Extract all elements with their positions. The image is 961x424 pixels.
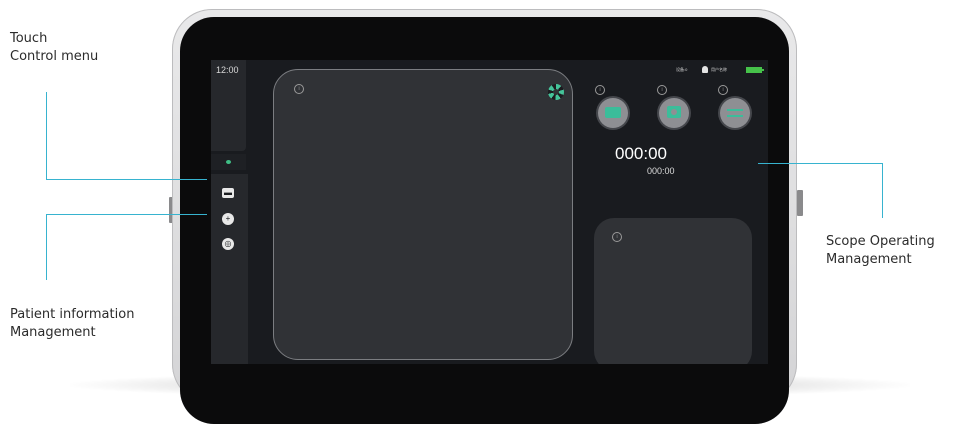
picture-in-picture-view[interactable]: i <box>594 218 752 364</box>
info-icon[interactable]: i <box>718 85 728 95</box>
folder-icon[interactable]: ▬ <box>222 188 234 198</box>
patient-info-leader-line <box>46 214 47 280</box>
add-user-icon[interactable]: + <box>222 213 234 225</box>
camera-icon <box>667 106 681 118</box>
user-name: 用户名称 <box>711 67 727 72</box>
device-status: 设备:0 <box>676 67 688 72</box>
scope-operating-leader-line <box>882 163 883 218</box>
eye-tab[interactable] <box>211 154 246 170</box>
info-icon[interactable]: i <box>657 85 667 95</box>
swap-view-button[interactable] <box>720 98 750 128</box>
side-button-right <box>797 190 803 216</box>
touch-control-callout: Touch Control menu <box>10 31 99 64</box>
patient-info-callout: Patient information Management <box>10 307 135 340</box>
info-icon[interactable]: i <box>294 84 304 94</box>
capture-photo-button[interactable] <box>659 98 689 128</box>
video-record-icon <box>605 107 621 118</box>
clock: 12:00 <box>216 65 239 75</box>
record-video-button[interactable] <box>598 98 628 128</box>
patient-info-leader-line <box>46 214 207 215</box>
info-icon[interactable]: i <box>595 85 605 95</box>
tablet-device: 12:00 ▬ + ◎ i 设备:0 用户名称 i i i 000:00 000… <box>172 9 797 424</box>
main-camera-view[interactable]: i <box>273 69 573 360</box>
scope-operating-leader-line <box>758 163 883 164</box>
aperture-icon[interactable] <box>548 84 564 100</box>
recording-sub-timer: 000:00 <box>647 166 675 176</box>
touch-control-leader-line <box>46 179 207 180</box>
recording-timer: 000:00 <box>615 144 667 163</box>
battery-icon <box>746 67 764 73</box>
info-icon[interactable]: i <box>612 232 622 242</box>
tablet-bezel: 12:00 ▬ + ◎ i 设备:0 用户名称 i i i 000:00 000… <box>180 17 789 424</box>
user-icon <box>702 66 708 73</box>
scope-operating-callout: Scope Operating Management <box>826 234 935 267</box>
tablet-screen: 12:00 ▬ + ◎ i 设备:0 用户名称 i i i 000:00 000… <box>211 60 768 364</box>
touch-control-leader-line <box>46 92 47 179</box>
sidebar-menu: ▬ + ◎ <box>211 174 248 364</box>
eye-icon <box>226 160 231 164</box>
settings-icon[interactable]: ◎ <box>222 238 234 250</box>
swap-icon <box>727 107 743 118</box>
